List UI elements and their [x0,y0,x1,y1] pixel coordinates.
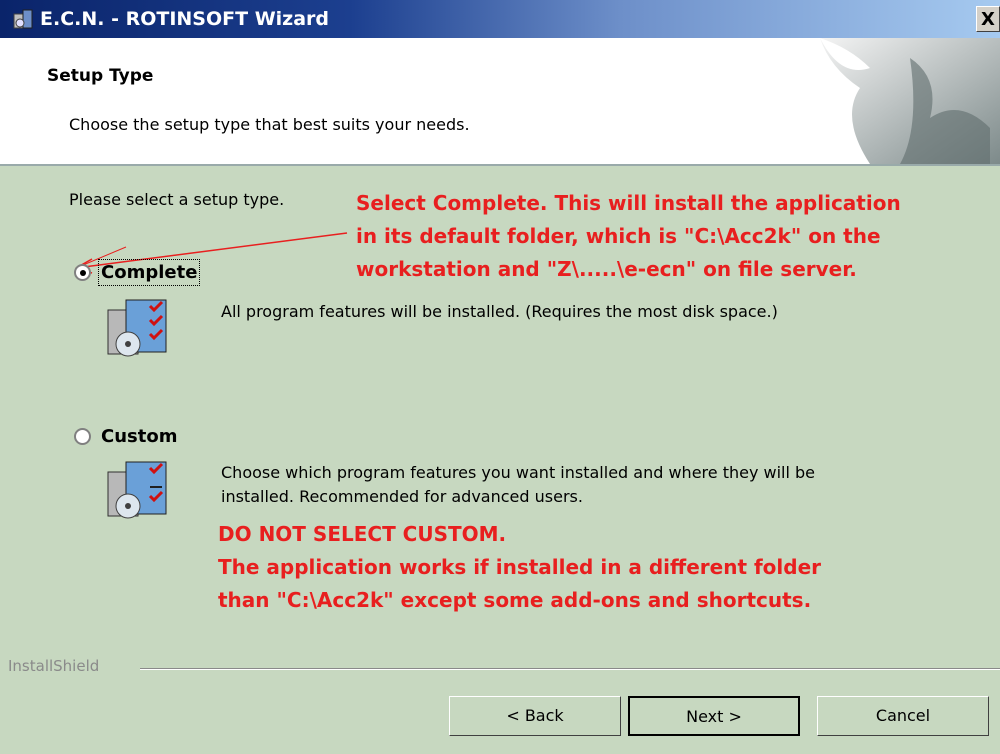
window-title: E.C.N. - ROTINSOFT Wizard [40,8,330,30]
next-button[interactable]: Next > [628,696,800,736]
close-button[interactable]: X [976,6,1000,32]
complete-description: All program features will be installed. … [221,302,778,321]
banner-graphic [820,38,1000,164]
installshield-brand: InstallShield [8,657,106,675]
header-banner: Setup Type Choose the setup type that be… [0,38,1000,166]
annotation-do-not-select-custom: DO NOT SELECT CUSTOM. The application wo… [218,522,822,612]
installer-icon [13,9,33,29]
complete-label[interactable]: Complete [97,259,201,286]
wizard-window: E.C.N. - ROTINSOFT Wizard X Setup Type C… [0,0,1000,754]
custom-label[interactable]: Custom [101,426,177,447]
complete-radio[interactable] [74,264,91,281]
cancel-button[interactable]: Cancel [817,696,989,736]
back-button[interactable]: < Back [449,696,621,736]
page-title: Setup Type [47,66,154,86]
setup-type-prompt: Please select a setup type. [69,190,285,209]
footer-separator [140,668,1000,670]
complete-setup-icon [107,299,167,357]
custom-radio[interactable] [74,428,91,445]
annotation-select-complete: Select Complete. This will install the a… [356,191,901,281]
custom-setup-icon [107,461,167,519]
custom-description: Choose which program features you want i… [221,463,816,506]
title-bar[interactable]: E.C.N. - ROTINSOFT Wizard X [0,0,1000,38]
page-subtitle: Choose the setup type that best suits yo… [69,115,470,134]
